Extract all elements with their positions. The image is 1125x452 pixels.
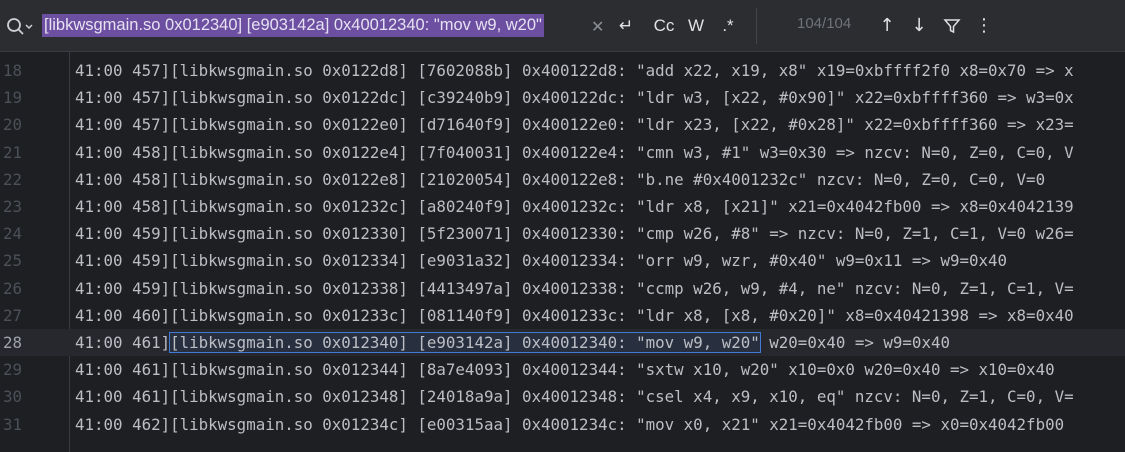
line-number: 22 bbox=[2, 169, 22, 189]
line-text-prefix: 41:00 461][libkwsgmain.so 0x012344] [8a7… bbox=[75, 360, 1055, 380]
line-number: 26 bbox=[2, 278, 22, 298]
line-text: 41:00 461][libkwsgmain.so 0x012348] [240… bbox=[75, 383, 1074, 410]
toolbar-divider bbox=[756, 8, 757, 44]
match-case-toggle[interactable]: Cc bbox=[650, 12, 678, 40]
line-number: 27 bbox=[2, 305, 22, 325]
editor-line[interactable]: 31 41:00 462][libkwsgmain.so 0x01234c] [e… bbox=[0, 411, 1125, 438]
editor-line[interactable]: 26 41:00 459][libkwsgmain.so 0x012338] [4… bbox=[0, 275, 1125, 302]
line-text-prefix: 41:00 458][libkwsgmain.so 0x01232c] [a80… bbox=[75, 197, 1074, 216]
editor-line[interactable]: 30 41:00 461][libkwsgmain.so 0x012348] [2… bbox=[0, 383, 1125, 410]
search-icon[interactable] bbox=[6, 16, 36, 38]
line-text: 41:00 461][libkwsgmain.so 0x012340] [e90… bbox=[75, 329, 950, 356]
line-number: 30 bbox=[2, 387, 22, 407]
line-text: 41:00 458][libkwsgmain.so 0x01232c] [a80… bbox=[75, 193, 1074, 220]
clear-icon[interactable]: ✕ bbox=[591, 17, 604, 36]
line-text: 41:00 457][libkwsgmain.so 0x0122e0] [d71… bbox=[75, 111, 1074, 138]
code-editor[interactable]: 18 41:00 457][libkwsgmain.so 0x0122d8] [7… bbox=[0, 52, 1125, 452]
line-text: 41:00 461][libkwsgmain.so 0x012344] [8a7… bbox=[75, 356, 1055, 383]
line-text: 41:00 458][libkwsgmain.so 0x0122e8] [210… bbox=[75, 166, 1045, 193]
line-text: 41:00 457][libkwsgmain.so 0x0122dc] [c39… bbox=[75, 84, 1074, 111]
line-text-prefix: 41:00 457][libkwsgmain.so 0x0122d8] [760… bbox=[75, 61, 1074, 80]
line-text: 41:00 459][libkwsgmain.so 0x012330] [5f2… bbox=[75, 220, 1074, 247]
line-text-prefix: 41:00 459][libkwsgmain.so 0x012334] [e90… bbox=[75, 251, 1008, 271]
line-text: 41:00 457][libkwsgmain.so 0x0122d8] [760… bbox=[75, 57, 1074, 84]
editor-line[interactable]: 21 41:00 458][libkwsgmain.so 0x0122e4] [7… bbox=[0, 139, 1125, 166]
more-icon[interactable]: ⋮ bbox=[972, 13, 996, 39]
line-text: 41:00 460][libkwsgmain.so 0x01233c] [081… bbox=[75, 302, 1074, 329]
line-text: 41:00 459][libkwsgmain.so 0x012338] [441… bbox=[75, 275, 1074, 302]
line-text-prefix: 41:00 461][libkwsgmain.so 0x012348] [240… bbox=[75, 387, 1074, 407]
line-number: 20 bbox=[2, 115, 22, 135]
line-text: 41:00 462][libkwsgmain.so 0x01234c] [e00… bbox=[75, 411, 1064, 438]
line-text-prefix: 41:00 458][libkwsgmain.so 0x0122e8] [210… bbox=[75, 169, 1046, 189]
line-number: 23 bbox=[2, 197, 22, 216]
line-text-prefix: 41:00 459][libkwsgmain.so 0x012338] [441… bbox=[75, 278, 1074, 298]
line-number: 18 bbox=[2, 61, 22, 80]
line-text-prefix: 41:00 457][libkwsgmain.so 0x0122e0] [d71… bbox=[75, 115, 1074, 135]
find-bar: [libkwsgmain.so 0x012340] [e903142a] 0x4… bbox=[0, 0, 1125, 52]
editor-line[interactable]: 24 41:00 459][libkwsgmain.so 0x012330] [5… bbox=[0, 220, 1125, 247]
line-text-suffix: w20=0x40 => w9=0x40 bbox=[759, 333, 950, 352]
line-text: 41:00 459][libkwsgmain.so 0x012334] [e90… bbox=[75, 247, 1007, 274]
editor-line[interactable]: 25 41:00 459][libkwsgmain.so 0x012334] [e… bbox=[0, 247, 1125, 274]
regex-toggle[interactable]: .* bbox=[716, 12, 740, 40]
editor-line[interactable]: 29 41:00 461][libkwsgmain.so 0x012344] [8… bbox=[0, 356, 1125, 383]
line-text-prefix: 41:00 457][libkwsgmain.so 0x0122dc] [c39… bbox=[75, 88, 1074, 108]
editor-line[interactable]: 18 41:00 457][libkwsgmain.so 0x0122d8] [7… bbox=[0, 57, 1125, 84]
search-input[interactable]: [libkwsgmain.so 0x012340] [e903142a] 0x4… bbox=[42, 14, 544, 37]
line-number: 31 bbox=[2, 414, 22, 434]
line-number: 25 bbox=[2, 251, 22, 271]
line-text: 41:00 458][libkwsgmain.so 0x0122e4] [7f0… bbox=[75, 139, 1074, 166]
down-arrow-icon[interactable]: ↓ bbox=[907, 13, 931, 39]
match-counter: 104/104 bbox=[797, 15, 852, 32]
line-text-prefix: 41:00 462][libkwsgmain.so 0x01234c] [e00… bbox=[75, 414, 1065, 434]
editor-line[interactable]: 19 41:00 457][libkwsgmain.so 0x0122dc] [c… bbox=[0, 84, 1125, 111]
editor-line[interactable]: 22 41:00 458][libkwsgmain.so 0x0122e8] [2… bbox=[0, 166, 1125, 193]
newline-icon[interactable]: ↵ bbox=[614, 12, 638, 40]
line-number: 24 bbox=[2, 224, 22, 244]
line-number: 19 bbox=[2, 88, 22, 108]
search-match-highlight: [libkwsgmain.so 0x012340] [e903142a] 0x4… bbox=[169, 332, 761, 353]
editor-line[interactable]: 28 41:00 461][libkwsgmain.so 0x012340] [e… bbox=[0, 329, 1125, 356]
line-text-prefix: 41:00 460][libkwsgmain.so 0x01233c] [081… bbox=[75, 305, 1074, 325]
filter-icon[interactable] bbox=[940, 13, 964, 39]
whole-words-toggle[interactable]: W bbox=[684, 12, 708, 40]
editor-line[interactable]: 27 41:00 460][libkwsgmain.so 0x01233c] [0… bbox=[0, 302, 1125, 329]
line-number: 28 bbox=[2, 333, 22, 352]
editor-line[interactable]: 20 41:00 457][libkwsgmain.so 0x0122e0] [d… bbox=[0, 111, 1125, 138]
line-text-prefix: 41:00 459][libkwsgmain.so 0x012330] [5f2… bbox=[75, 224, 1074, 244]
line-number: 21 bbox=[2, 142, 22, 162]
line-text-prefix: 41:00 461] bbox=[75, 333, 171, 352]
line-text-prefix: 41:00 458][libkwsgmain.so 0x0122e4] [7f0… bbox=[75, 142, 1074, 162]
editor-line[interactable]: 23 41:00 458][libkwsgmain.so 0x01232c] [a… bbox=[0, 193, 1125, 220]
up-arrow-icon[interactable]: ↑ bbox=[875, 13, 899, 39]
line-number: 29 bbox=[2, 360, 22, 380]
